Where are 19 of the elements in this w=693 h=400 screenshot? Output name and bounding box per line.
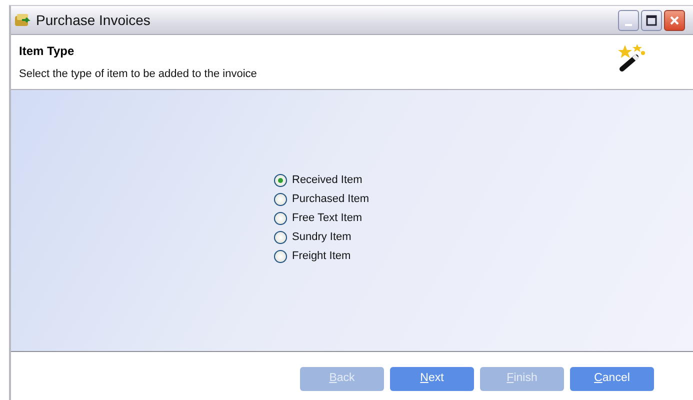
app-icon: [14, 12, 31, 28]
radio-button[interactable]: [274, 212, 287, 224]
page-subtitle: Select the type of item to be added to the invoice: [19, 67, 258, 82]
radio-button[interactable]: [274, 174, 287, 186]
radio-label[interactable]: Purchased Item: [292, 190, 370, 208]
radio-label[interactable]: Received Item: [292, 172, 362, 188]
radio-label[interactable]: Freight Item: [292, 248, 351, 264]
radio-label[interactable]: Sundry Item: [292, 228, 352, 246]
close-icon: [669, 14, 680, 26]
radio-button[interactable]: [274, 192, 287, 206]
radio-button[interactable]: [274, 230, 287, 244]
page-title: Item Type: [19, 43, 76, 60]
radio-label[interactable]: Free Text Item: [292, 210, 362, 226]
radio-button[interactable]: [274, 250, 287, 262]
close-button[interactable]: [664, 10, 685, 30]
window-title: Purchase Invoices: [36, 10, 150, 30]
maximize-button[interactable]: [641, 10, 662, 30]
maximize-icon: [646, 14, 657, 26]
minimize-icon: [625, 24, 632, 26]
